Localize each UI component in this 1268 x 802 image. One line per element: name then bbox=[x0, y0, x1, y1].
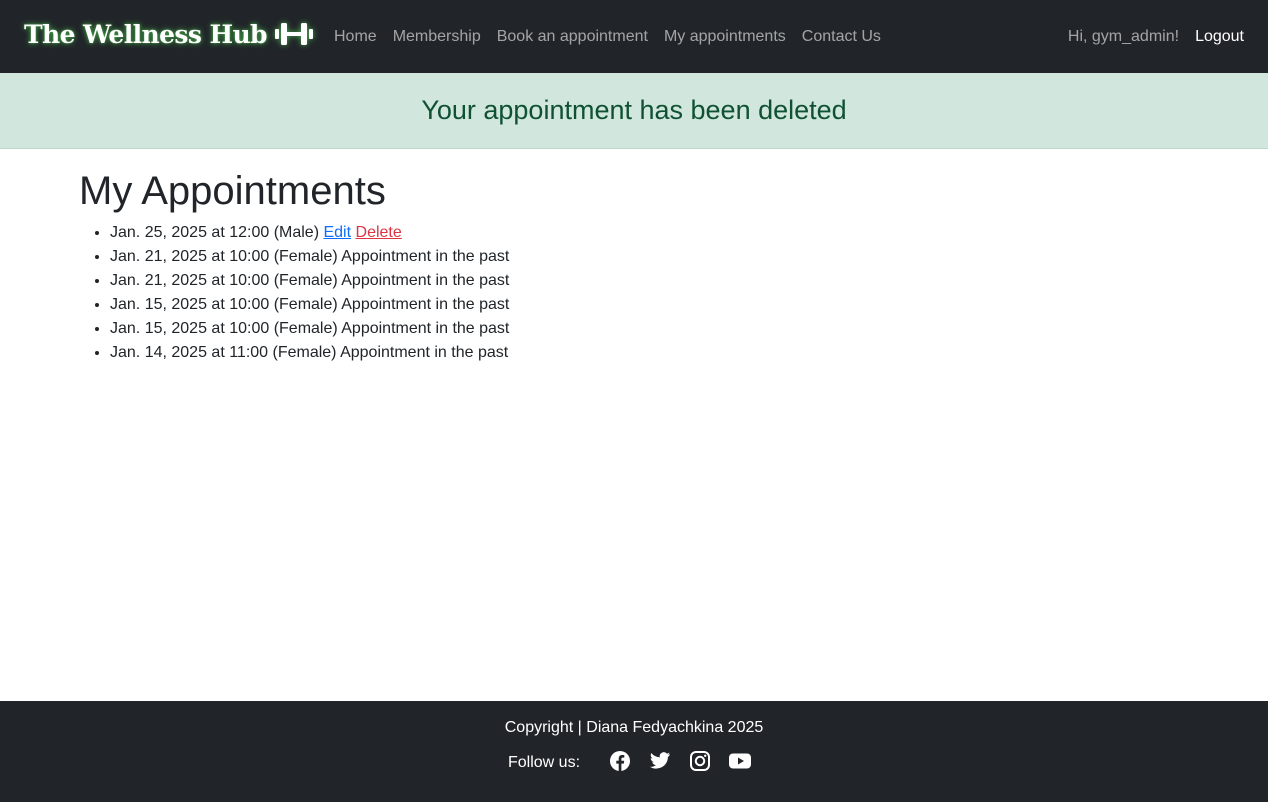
page-title: My Appointments bbox=[79, 169, 386, 213]
edit-appointment-link[interactable]: Edit bbox=[323, 224, 351, 241]
delete-appointment-link[interactable]: Delete bbox=[356, 224, 402, 241]
appointment-text: Jan. 15, 2025 at 10:00 (Female) Appointm… bbox=[110, 296, 510, 313]
nav-membership[interactable]: Membership bbox=[385, 28, 489, 46]
appointment-text: Jan. 15, 2025 at 10:00 (Female) Appointm… bbox=[110, 320, 510, 337]
nav-user-area: Hi, gym_admin! Logout bbox=[1068, 0, 1244, 73]
nav-my-appointments[interactable]: My appointments bbox=[656, 28, 794, 46]
instagram-icon[interactable] bbox=[689, 750, 711, 772]
copyright-text: Copyright | Diana Fedyachkina 2025 bbox=[504, 719, 764, 736]
main-content: My Appointments Jan. 25, 2025 at 12:00 (… bbox=[79, 165, 1189, 365]
success-alert: Your appointment has been deleted bbox=[0, 73, 1268, 149]
nav-links: Home Membership Book an appointment My a… bbox=[326, 0, 889, 73]
brand-logo[interactable]: The Wellness Hub bbox=[24, 14, 313, 54]
follow-us-label: Follow us: bbox=[507, 754, 581, 771]
footer: Copyright | Diana Fedyachkina 2025 Follo… bbox=[0, 701, 1268, 802]
list-item: Jan. 15, 2025 at 10:00 (Female) Appointm… bbox=[110, 293, 1189, 317]
appointment-text: Jan. 21, 2025 at 10:00 (Female) Appointm… bbox=[110, 272, 510, 289]
list-item: Jan. 25, 2025 at 12:00 (Male) Edit Delet… bbox=[110, 221, 1189, 245]
nav-home[interactable]: Home bbox=[326, 28, 385, 46]
list-item: Jan. 14, 2025 at 11:00 (Female) Appointm… bbox=[110, 341, 1189, 365]
appointment-text: Jan. 14, 2025 at 11:00 (Female) Appointm… bbox=[110, 344, 509, 361]
alert-message: Your appointment has been deleted bbox=[421, 95, 847, 125]
appointments-list: Jan. 25, 2025 at 12:00 (Male) Edit Delet… bbox=[79, 221, 1189, 365]
list-item: Jan. 15, 2025 at 10:00 (Female) Appointm… bbox=[110, 317, 1189, 341]
list-item: Jan. 21, 2025 at 10:00 (Female) Appointm… bbox=[110, 245, 1189, 269]
appointment-text: Jan. 21, 2025 at 10:00 (Female) Appointm… bbox=[110, 248, 510, 265]
list-item: Jan. 21, 2025 at 10:00 (Female) Appointm… bbox=[110, 269, 1189, 293]
user-greeting: Hi, gym_admin! bbox=[1067, 27, 1180, 45]
twitter-icon[interactable] bbox=[649, 750, 671, 772]
youtube-icon[interactable] bbox=[729, 750, 752, 772]
nav-contact-us[interactable]: Contact Us bbox=[794, 28, 889, 46]
navbar: The Wellness Hub Home Membership Book an… bbox=[0, 0, 1268, 73]
dumbbell-icon bbox=[274, 23, 313, 45]
social-links: Follow us: bbox=[0, 750, 1268, 772]
brand-name: The Wellness Hub bbox=[24, 19, 268, 49]
nav-book-appointment[interactable]: Book an appointment bbox=[489, 28, 656, 46]
facebook-icon[interactable] bbox=[609, 750, 631, 772]
logout-link[interactable]: Logout bbox=[1195, 28, 1244, 46]
appointment-text: Jan. 25, 2025 at 12:00 (Male) bbox=[110, 224, 320, 241]
